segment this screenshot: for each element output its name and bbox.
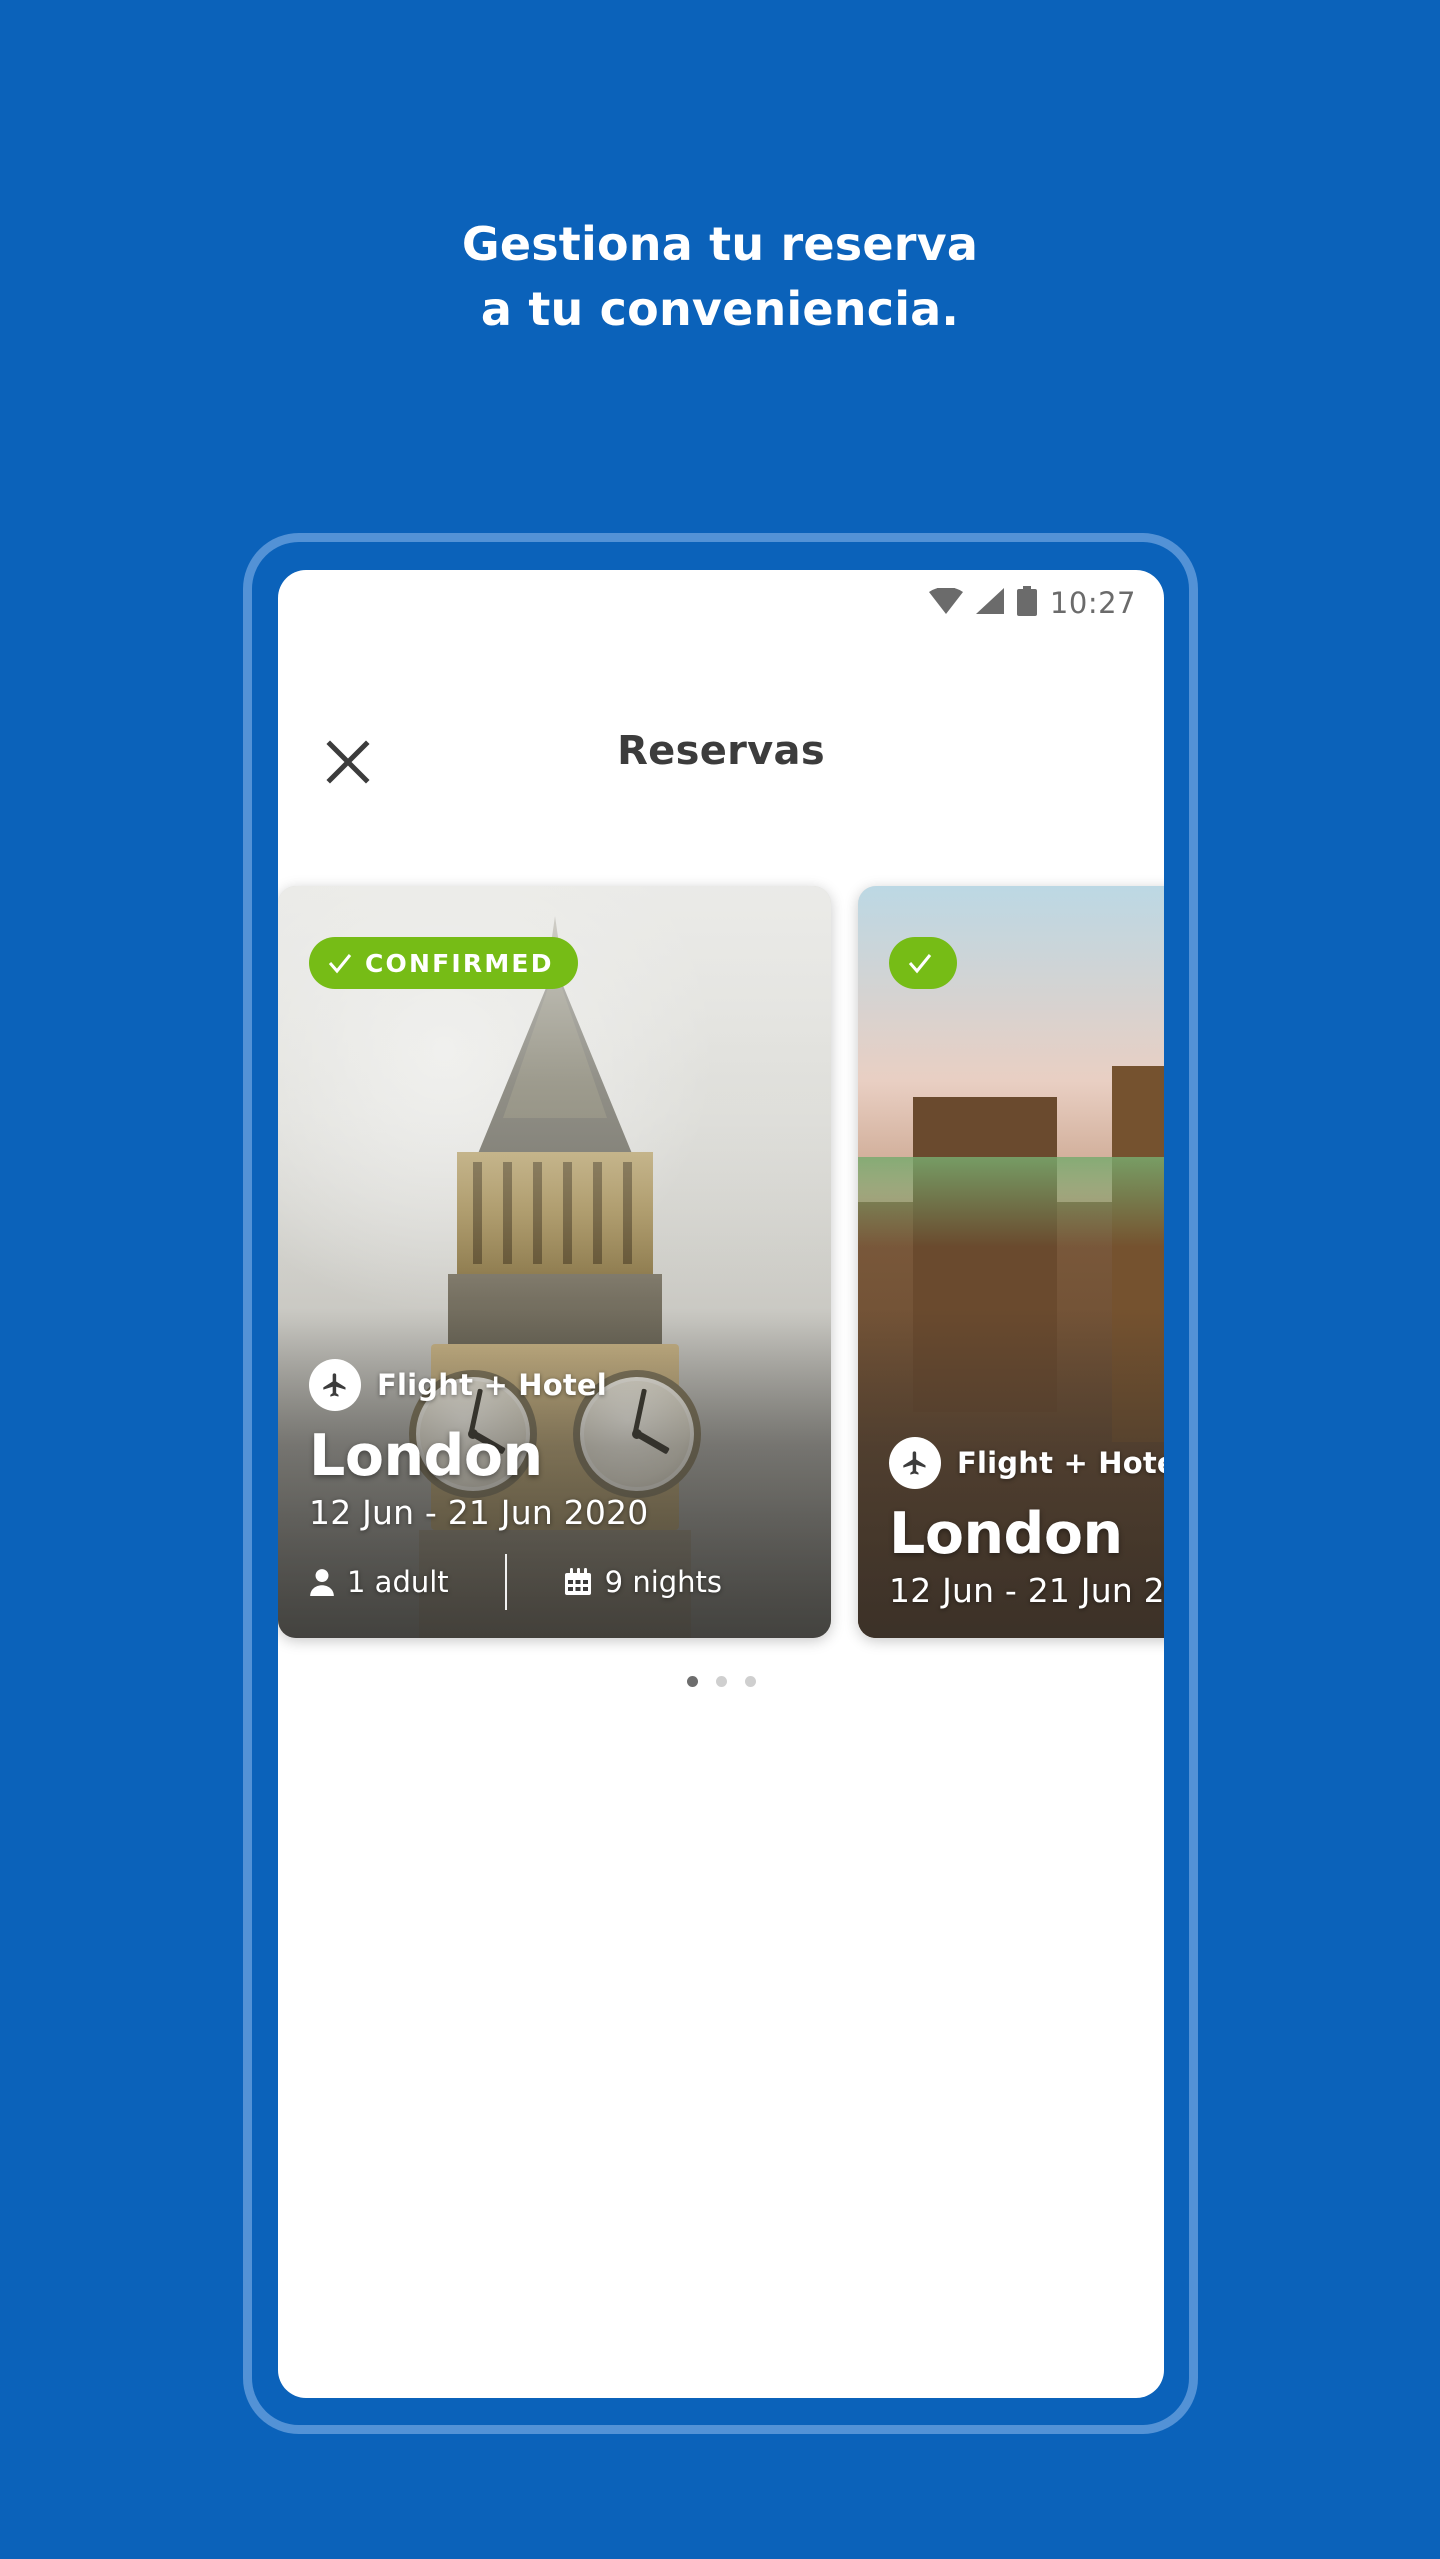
booking-carousel[interactable]: Flight + Hotel London 12 Jun - 21 Jun 20…: [278, 886, 1164, 1656]
guests-label: 1 adult: [347, 1565, 449, 1599]
wifi-icon: [928, 586, 963, 618]
battery-icon: [1016, 586, 1037, 620]
card-dates-next: 12 Jun - 21 Jun 2020: [889, 1571, 1164, 1610]
booking-card-next[interactable]: Flight + Hotel London 12 Jun - 21 Jun 20…: [858, 886, 1164, 1638]
booking-card-main[interactable]: CONFIRMED Flight + Hotel London 12 Jun -…: [278, 886, 831, 1638]
status-badge: CONFIRMED: [309, 937, 578, 989]
pagination-dot-3[interactable]: [744, 1676, 756, 1687]
status-badge-label: CONFIRMED: [365, 948, 554, 978]
check-icon: [908, 954, 932, 974]
meta-divider: [504, 1554, 507, 1610]
card-meta-row: 1 adult 9 nights: [309, 1554, 807, 1610]
promo-headline: Gestiona tu reserva a tu conveniencia.: [0, 212, 1440, 342]
status-badge-next: [889, 937, 957, 989]
card-info: Flight + Hotel London 12 Jun - 21 Jun 20…: [309, 1359, 807, 1610]
card-city: London: [309, 1423, 543, 1489]
person-icon: [310, 1569, 334, 1596]
pagination-dot-2[interactable]: [715, 1676, 727, 1687]
calendar-icon: [564, 1568, 591, 1595]
guests-item: 1 adult: [309, 1565, 449, 1599]
carousel-pagination[interactable]: [278, 1676, 1164, 1687]
headline-line-1: Gestiona tu reserva: [461, 217, 979, 271]
card-type-label-next: Flight + Hotel: [957, 1446, 1164, 1480]
pagination-dot-1[interactable]: [686, 1676, 698, 1687]
page-title: Reservas: [617, 728, 825, 774]
nights-label: 9 nights: [604, 1565, 723, 1599]
signal-icon: [975, 588, 1004, 618]
nights-item: 9 nights: [563, 1565, 722, 1599]
headline-line-2: a tu conveniencia.: [480, 282, 960, 336]
check-icon: [328, 954, 352, 974]
card-city-next: London: [889, 1501, 1123, 1567]
airplane-icon: [889, 1437, 941, 1489]
card-type-label: Flight + Hotel: [377, 1368, 607, 1402]
phone-screen: 10:27 Reservas Flight + Hotel London 12 …: [278, 570, 1164, 2398]
card-dates: 12 Jun - 21 Jun 2020: [309, 1493, 649, 1532]
airplane-icon: [309, 1359, 361, 1411]
card-info-next: Flight + Hotel London 12 Jun - 21 Jun 20…: [889, 1437, 1164, 1610]
status-time: 10:27: [1049, 586, 1136, 620]
status-bar: 10:27: [928, 580, 1136, 626]
card-type-row: Flight + Hotel: [309, 1359, 807, 1411]
app-header: Reservas: [278, 720, 1164, 810]
